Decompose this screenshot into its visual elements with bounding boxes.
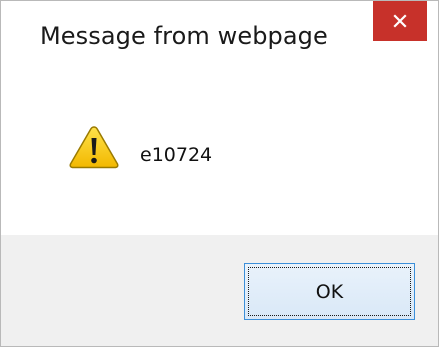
close-icon bbox=[393, 14, 407, 28]
warning-icon bbox=[68, 124, 120, 170]
dialog-titlebar: Message from webpage bbox=[1, 1, 438, 76]
ok-button-label: OK bbox=[248, 267, 411, 316]
close-button[interactable] bbox=[373, 1, 427, 41]
message-dialog: Message from webpage e10724 OK bbox=[0, 0, 439, 347]
dialog-footer: OK bbox=[1, 235, 438, 346]
ok-button[interactable]: OK bbox=[244, 263, 415, 320]
dialog-message: e10724 bbox=[140, 144, 213, 166]
dialog-title: Message from webpage bbox=[40, 22, 328, 50]
dialog-content: e10724 bbox=[1, 76, 438, 235]
